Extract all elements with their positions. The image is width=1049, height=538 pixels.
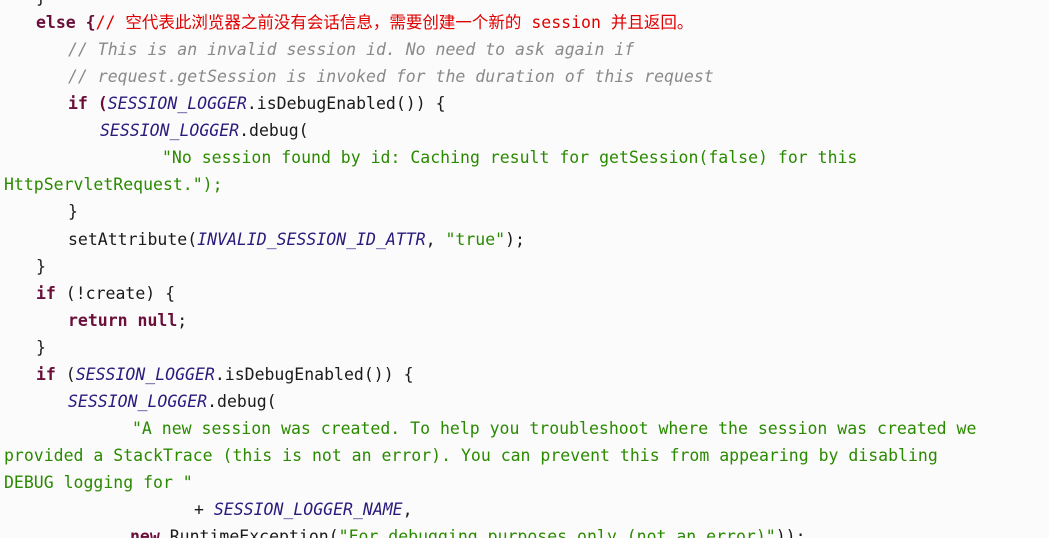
- code-line: SESSION_LOGGER.debug(: [68, 389, 277, 415]
- code-token: "No session found by id: Caching result …: [162, 148, 858, 167]
- code-token: .isDebugEnabled()) {: [214, 365, 414, 384]
- code-token: provided a StackTrace (this is not an er…: [4, 446, 938, 465]
- code-token: HttpServletRequest.");: [4, 175, 223, 194]
- code-token: }: [68, 202, 78, 221]
- code-token: SESSION_LOGGER_NAME: [213, 500, 403, 519]
- code-token: "true": [445, 230, 506, 249]
- code-line: if (SESSION_LOGGER.isDebugEnabled()) {: [36, 362, 414, 388]
- code-token: else {: [36, 13, 96, 32]
- code-token: if (: [68, 94, 108, 113]
- code-token: return null: [68, 311, 178, 330]
- code-token: INVALID_SESSION_ID_ATTR: [197, 230, 426, 249]
- code-line: return null;: [68, 308, 187, 334]
- code-token: ;: [177, 311, 188, 330]
- code-editor: } else {// 空代表此浏览器之前没有会话信息，需要创建一个新的 sess…: [0, 0, 1049, 538]
- code-token: // request.getSession is invoked for the…: [68, 67, 714, 86]
- code-token: ));: [775, 527, 806, 538]
- code-token: new: [130, 527, 160, 538]
- code-token: SESSION_LOGGER: [68, 392, 208, 411]
- code-token: ,: [425, 230, 446, 249]
- code-token: setAttribute(: [68, 230, 198, 249]
- code-line: "No session found by id: Caching result …: [162, 145, 857, 171]
- code-token: if: [36, 284, 56, 303]
- code-line: DEBUG logging for ": [4, 470, 193, 496]
- code-token: .debug(: [239, 121, 309, 140]
- code-line: "A new session was created. To help you …: [132, 416, 976, 442]
- code-token: ,: [402, 500, 413, 519]
- code-token: // This is an invalid session id. No nee…: [68, 40, 635, 59]
- code-token: if: [36, 365, 56, 384]
- code-line: setAttribute(INVALID_SESSION_ID_ATTR, "t…: [68, 227, 525, 253]
- code-line: HttpServletRequest.");: [4, 172, 223, 198]
- code-line: }: [68, 199, 78, 225]
- code-token: "For debugging purposes only (not an err…: [338, 527, 776, 538]
- code-token: (!create) {: [55, 284, 176, 303]
- code-token: .isDebugEnabled()) {: [246, 94, 446, 113]
- code-token: );: [505, 230, 525, 249]
- code-token: +: [194, 500, 214, 519]
- code-line: // request.getSession is invoked for the…: [68, 64, 714, 90]
- code-token: }: [36, 0, 46, 7]
- code-line: if (!create) {: [36, 281, 175, 307]
- code-token: SESSION_LOGGER: [75, 365, 215, 384]
- code-line: new RuntimeException("For debugging purp…: [130, 524, 806, 538]
- code-line: }: [36, 254, 46, 280]
- code-line: }: [36, 335, 46, 361]
- code-line: else {// 空代表此浏览器之前没有会话信息，需要创建一个新的 sessio…: [36, 10, 693, 36]
- code-token: .debug(: [207, 392, 277, 411]
- code-token: DEBUG logging for ": [4, 473, 193, 492]
- code-token: SESSION_LOGGER: [107, 94, 247, 113]
- code-token: "A new session was created. To help you …: [132, 419, 977, 438]
- code-token: }: [36, 257, 46, 276]
- code-token: SESSION_LOGGER: [100, 121, 240, 140]
- code-token: RuntimeException(: [159, 527, 339, 538]
- code-line: + SESSION_LOGGER_NAME,: [194, 497, 413, 523]
- code-token: // 空代表此浏览器之前没有会话信息，需要创建一个新的 session 并且返回…: [95, 13, 694, 32]
- code-line: // This is an invalid session id. No nee…: [68, 37, 634, 63]
- code-line: if (SESSION_LOGGER.isDebugEnabled()) {: [68, 91, 446, 117]
- code-token: }: [36, 338, 46, 357]
- code-line: provided a StackTrace (this is not an er…: [4, 443, 938, 469]
- code-line: SESSION_LOGGER.debug(: [100, 118, 309, 144]
- code-token: (: [55, 365, 76, 384]
